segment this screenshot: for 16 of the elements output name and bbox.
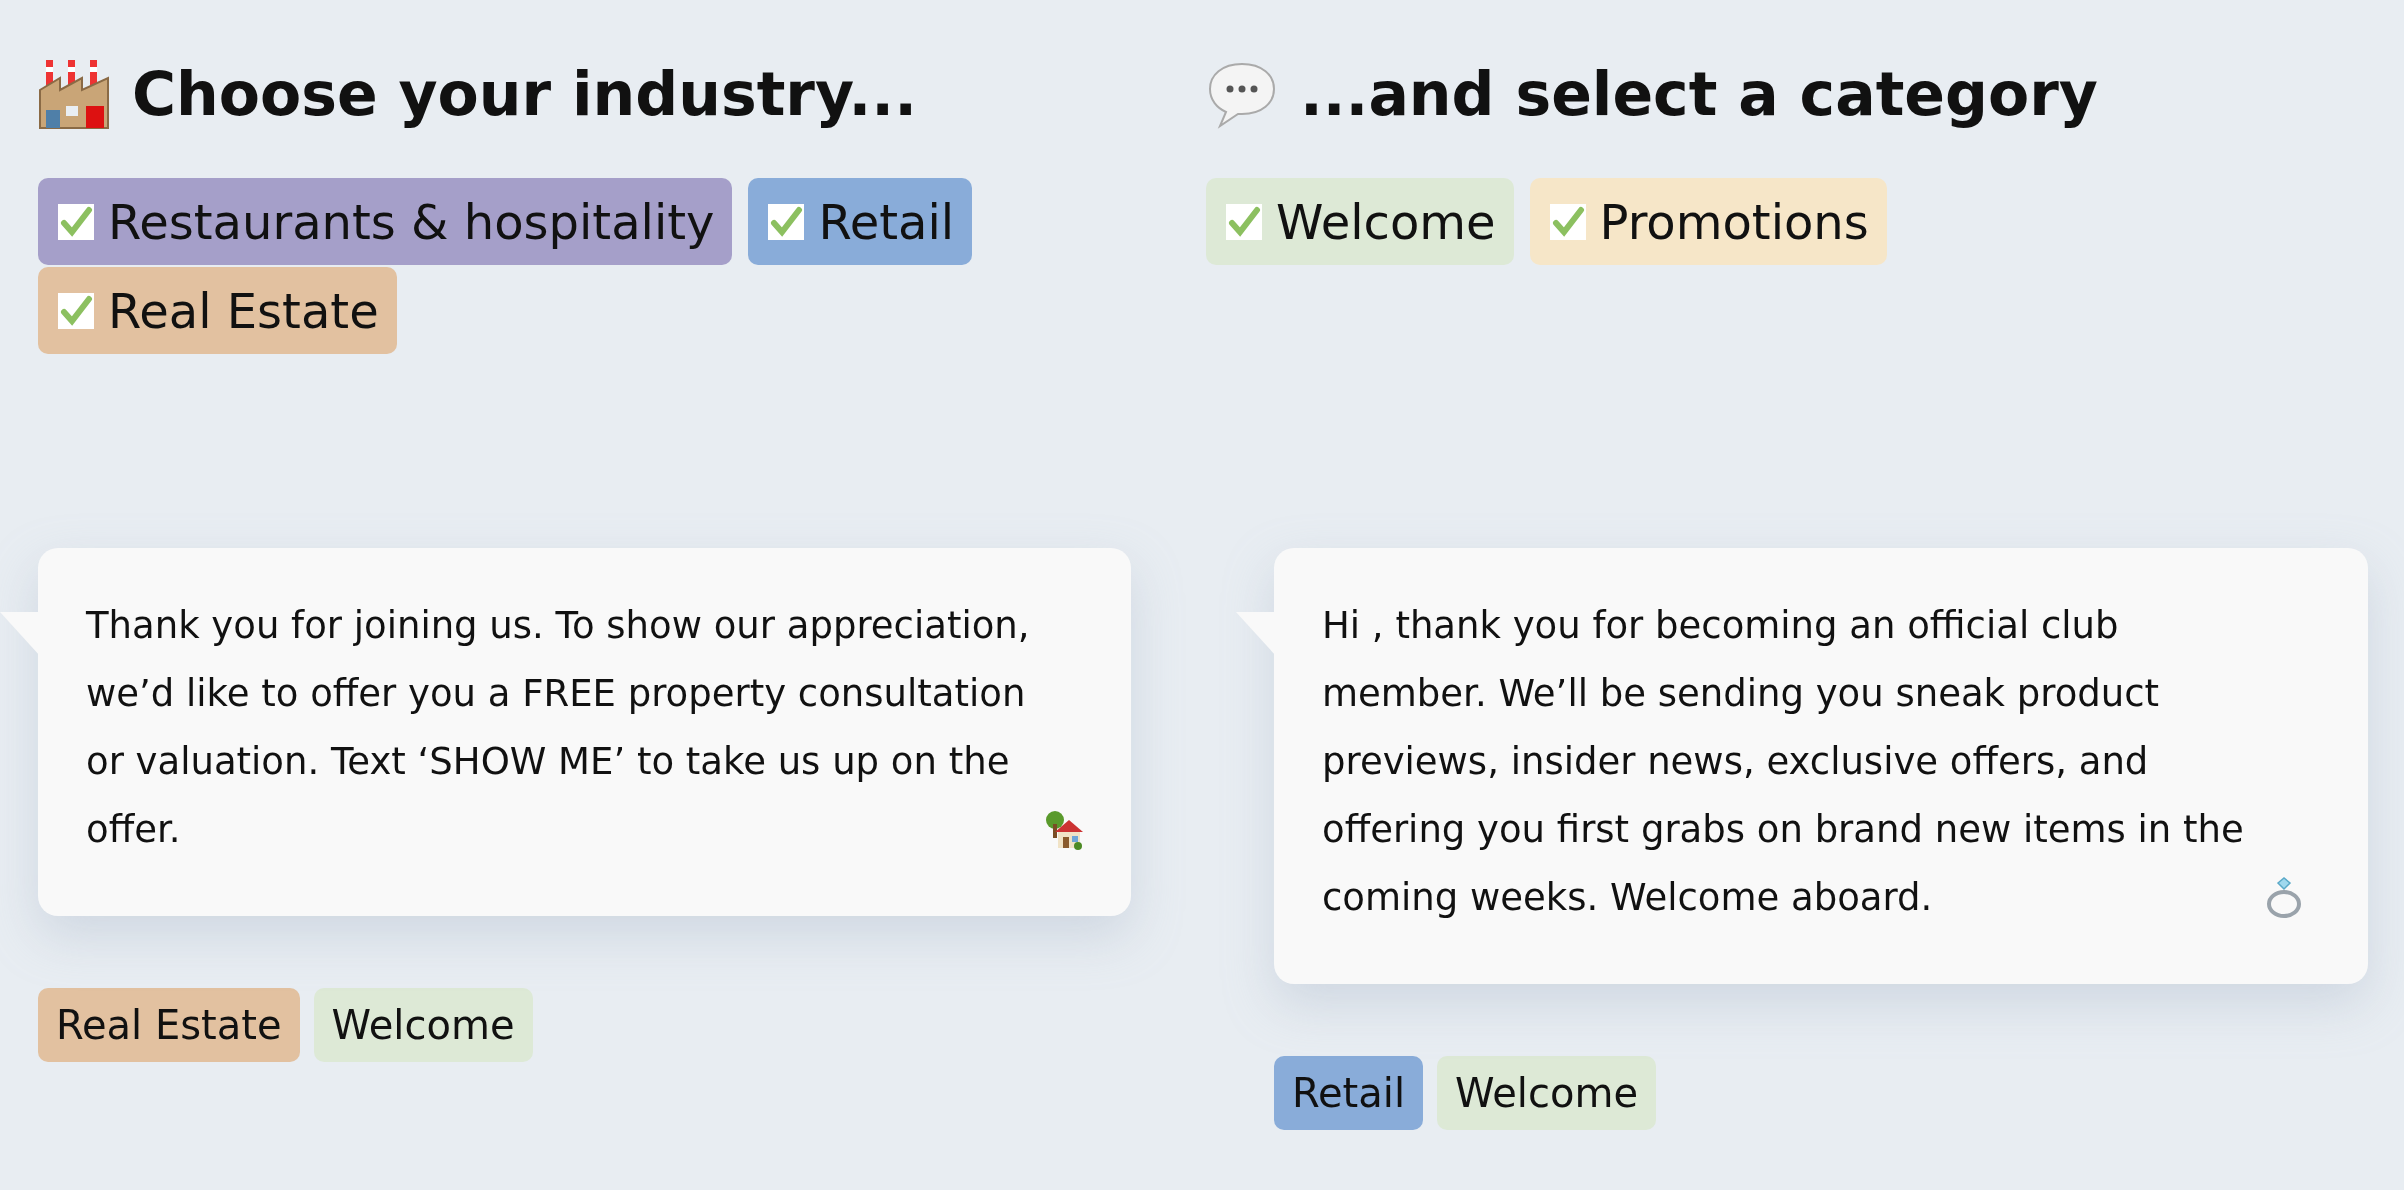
ring-icon xyxy=(2266,877,2302,919)
tag: Retail xyxy=(1274,1056,1424,1130)
factory-icon xyxy=(38,58,110,130)
message-text: Thank you for joining us. To show our appreciation, we’d like to offer you a FREE property consultation or valuation. Text ‘SHOW ME’ to take us up on the offer. xyxy=(86,603,1031,853)
tag: Real Estate xyxy=(38,988,300,1062)
filter-chip[interactable]: Real Estate xyxy=(38,267,397,354)
filter-chip[interactable]: Restaurants & hospitality xyxy=(38,178,733,265)
section-heading: Choose your industry... xyxy=(132,59,917,129)
house-with-tree-icon xyxy=(1043,810,1083,850)
filter-chip[interactable]: Promotions xyxy=(1529,178,1887,265)
section-heading: ...and select a category xyxy=(1300,59,2098,129)
filter-chip[interactable]: Welcome xyxy=(1206,178,1514,265)
filter-chip[interactable]: Retail xyxy=(748,178,973,265)
message-text: Hi , thank you for becoming an official club member. We’ll be sending you sneak product previews, insider news, exclusive offers, and offering you first grabs on brand new items in the coming weeks. Welcome aboard. xyxy=(1322,603,2245,921)
tag: Welcome xyxy=(313,988,533,1062)
tag: Welcome xyxy=(1437,1056,1656,1130)
